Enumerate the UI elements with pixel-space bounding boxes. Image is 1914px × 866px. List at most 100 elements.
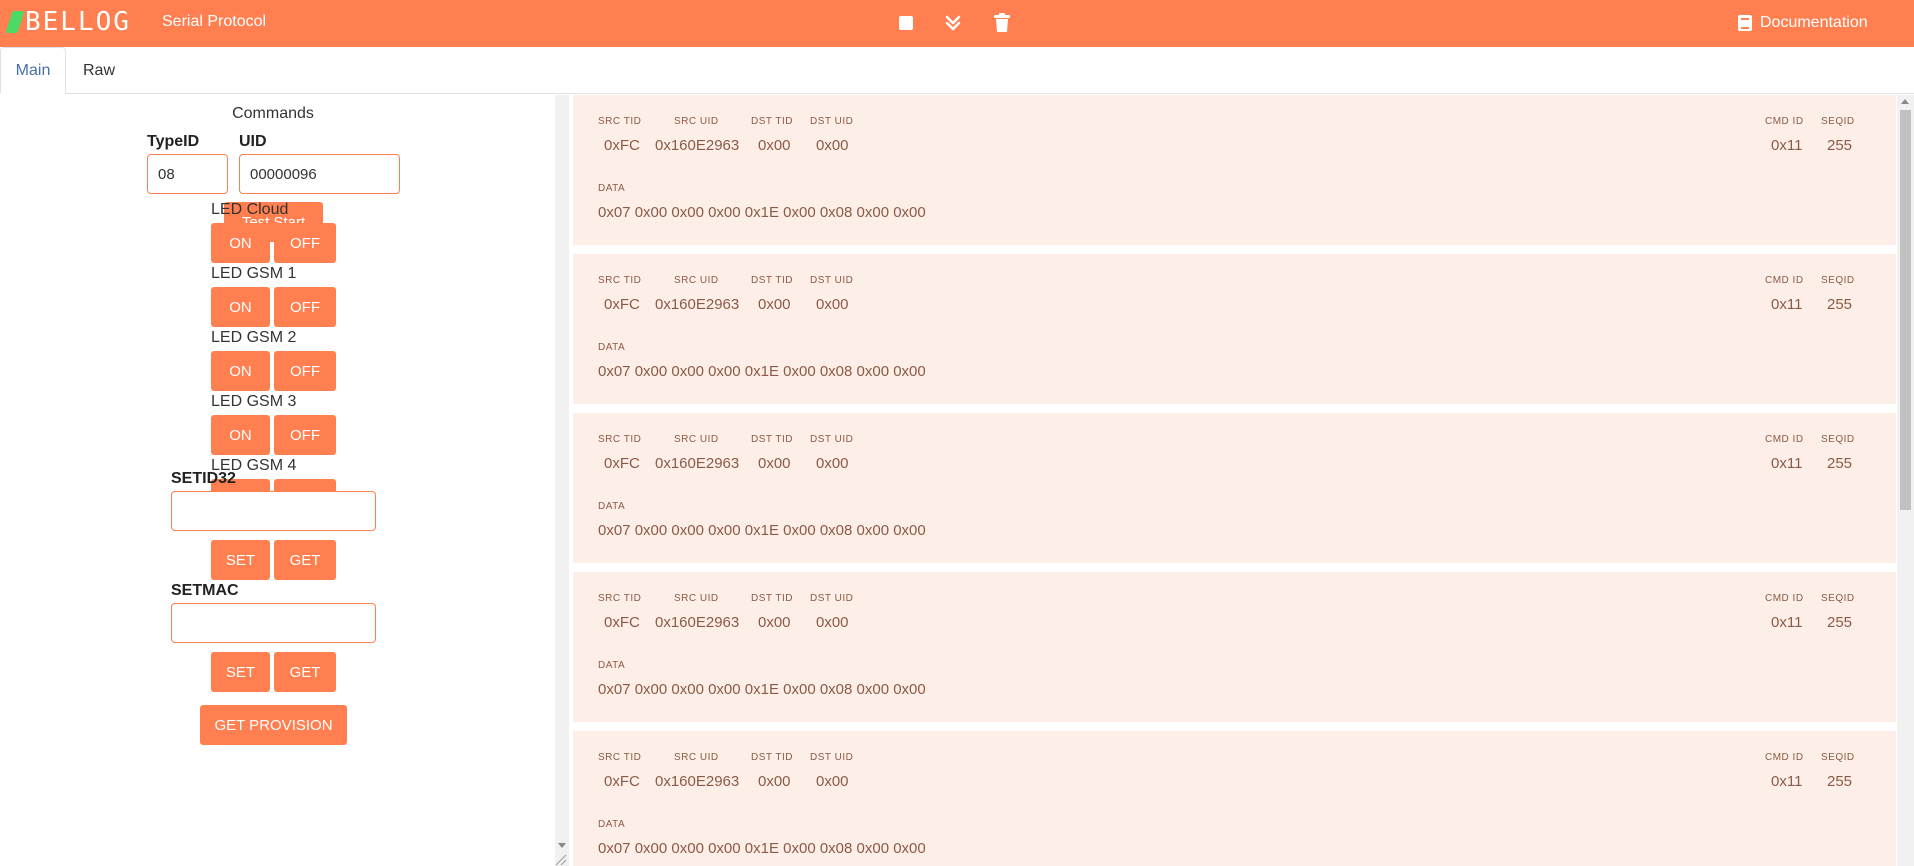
- src-uid-label: SRC UID: [674, 752, 719, 763]
- dst-tid-value: 0x00: [758, 614, 791, 631]
- left-scrollbar[interactable]: [555, 95, 569, 866]
- dst-uid-label: DST UID: [810, 434, 854, 445]
- setmac-label: SETMAC: [171, 582, 239, 599]
- cmd-id-label: CMD ID: [1765, 434, 1804, 445]
- typeid-label: TypeID: [147, 133, 200, 150]
- led-gsm1-off-button[interactable]: OFF: [274, 287, 336, 327]
- src-tid-label: SRC TID: [598, 116, 642, 127]
- src-uid-value: 0x160E2963: [655, 614, 740, 631]
- led-cloud-on-button[interactable]: ON: [211, 223, 270, 263]
- cmd-id-value: 0x11: [1771, 455, 1803, 472]
- dst-tid-value: 0x00: [758, 296, 791, 313]
- uid-label: UID: [239, 133, 267, 150]
- led-cloud-label: LED Cloud: [211, 201, 289, 218]
- led-gsm3-label: LED GSM 3: [211, 393, 297, 410]
- trash-icon[interactable]: [989, 10, 1015, 36]
- message-card: SRC TID 0xFC SRC UID 0x160E2963 DST TID 0x00 D…: [573, 413, 1896, 563]
- src-tid-value: 0xFC: [604, 137, 640, 154]
- scroll-up-arrow-icon[interactable]: [1901, 99, 1909, 104]
- setid32-set-button[interactable]: SET: [211, 540, 270, 580]
- cmd-id-value: 0x11: [1771, 296, 1803, 313]
- data-label: DATA: [598, 660, 626, 671]
- dst-tid-value: 0x00: [758, 773, 791, 790]
- src-uid-value: 0x160E2963: [655, 455, 740, 472]
- led-gsm1-on-button[interactable]: ON: [211, 287, 270, 327]
- led-gsm2-label: LED GSM 2: [211, 329, 297, 346]
- get-provision-button[interactable]: GET PROVISION: [200, 705, 347, 745]
- dst-uid-value: 0x00: [816, 296, 849, 313]
- stop-icon[interactable]: [893, 10, 919, 36]
- cmd-id-value: 0x11: [1771, 773, 1803, 790]
- data-label: DATA: [598, 342, 626, 353]
- app-header: BELLOG Serial Protocol Documentation: [0, 0, 1914, 47]
- src-tid-label: SRC TID: [598, 434, 642, 445]
- src-tid-value: 0xFC: [604, 455, 640, 472]
- setmac-input[interactable]: [171, 603, 376, 643]
- data-value: 0x07 0x00 0x00 0x00 0x1E 0x00 0x08 0x00 …: [598, 204, 926, 221]
- setid32-get-button[interactable]: GET: [274, 540, 336, 580]
- src-uid-label: SRC UID: [674, 593, 719, 604]
- tab-raw[interactable]: Raw: [66, 47, 132, 94]
- led-gsm2-off-button[interactable]: OFF: [274, 351, 336, 391]
- book-icon: [1738, 15, 1752, 31]
- message-card: SRC TID 0xFC SRC UID 0x160E2963 DST TID 0x00 D…: [573, 95, 1896, 245]
- tab-main[interactable]: Main: [0, 47, 66, 94]
- cmd-id-value: 0x11: [1771, 137, 1803, 154]
- commands-panel: Commands TypeID UID Test Start LED Cloud…: [0, 95, 555, 866]
- led-gsm2-on-button[interactable]: ON: [211, 351, 270, 391]
- src-uid-value: 0x160E2963: [655, 773, 740, 790]
- led-cloud-off-button[interactable]: OFF: [274, 223, 336, 263]
- cmd-id-label: CMD ID: [1765, 116, 1804, 127]
- logo: BELLOG: [5, 7, 131, 37]
- dst-uid-label: DST UID: [810, 752, 854, 763]
- dst-tid-label: DST TID: [751, 593, 794, 604]
- documentation-label: Documentation: [1760, 14, 1868, 31]
- src-uid-label: SRC UID: [674, 116, 719, 127]
- led-gsm3-on-button[interactable]: ON: [211, 415, 270, 455]
- data-value: 0x07 0x00 0x00 0x00 0x1E 0x00 0x08 0x00 …: [598, 522, 926, 539]
- src-tid-label: SRC TID: [598, 593, 642, 604]
- setmac-get-button[interactable]: GET: [274, 652, 336, 692]
- tab-bar: Main Raw: [0, 47, 1914, 94]
- src-uid-label: SRC UID: [674, 275, 719, 286]
- dst-uid-label: DST UID: [810, 593, 854, 604]
- data-value: 0x07 0x00 0x00 0x00 0x1E 0x00 0x08 0x00 …: [598, 681, 926, 698]
- setid32-input[interactable]: [171, 491, 376, 531]
- data-label: DATA: [598, 501, 626, 512]
- message-card: SRC TID 0xFC SRC UID 0x160E2963 DST TID 0x00 D…: [573, 254, 1896, 404]
- seqid-label: SEQID: [1821, 116, 1855, 127]
- seqid-value: 255: [1827, 773, 1853, 790]
- uid-input[interactable]: [239, 154, 400, 194]
- dst-tid-label: DST TID: [751, 752, 794, 763]
- led-gsm3-off-button[interactable]: OFF: [274, 415, 336, 455]
- dst-tid-value: 0x00: [758, 137, 791, 154]
- seqid-label: SEQID: [1821, 752, 1855, 763]
- dst-uid-label: DST UID: [810, 116, 854, 127]
- seqid-value: 255: [1827, 614, 1853, 631]
- seqid-value: 255: [1827, 296, 1853, 313]
- src-tid-value: 0xFC: [604, 296, 640, 313]
- setmac-set-button[interactable]: SET: [211, 652, 270, 692]
- src-tid-value: 0xFC: [604, 773, 640, 790]
- dst-tid-label: DST TID: [751, 434, 794, 445]
- scroll-down-icon[interactable]: [940, 10, 966, 36]
- scrollbar-thumb[interactable]: [1900, 110, 1911, 510]
- seqid-value: 255: [1827, 455, 1853, 472]
- messages-scrollbar[interactable]: [1897, 95, 1914, 866]
- resize-grip-icon[interactable]: [553, 852, 567, 866]
- seqid-label: SEQID: [1821, 434, 1855, 445]
- cmd-id-value: 0x11: [1771, 614, 1803, 631]
- dst-uid-value: 0x00: [816, 773, 849, 790]
- scroll-down-arrow-icon[interactable]: [558, 843, 566, 848]
- data-label: DATA: [598, 183, 626, 194]
- dst-uid-label: DST UID: [810, 275, 854, 286]
- seqid-label: SEQID: [1821, 593, 1855, 604]
- data-value: 0x07 0x00 0x00 0x00 0x1E 0x00 0x08 0x00 …: [598, 840, 926, 857]
- src-tid-label: SRC TID: [598, 275, 642, 286]
- typeid-input[interactable]: [147, 154, 228, 194]
- commands-title: Commands: [232, 105, 314, 122]
- documentation-link[interactable]: Documentation: [1738, 12, 1868, 34]
- message-card: SRC TID 0xFC SRC UID 0x160E2963 DST TID 0x00 D…: [573, 731, 1896, 866]
- led-gsm1-label: LED GSM 1: [211, 265, 297, 282]
- src-tid-value: 0xFC: [604, 614, 640, 631]
